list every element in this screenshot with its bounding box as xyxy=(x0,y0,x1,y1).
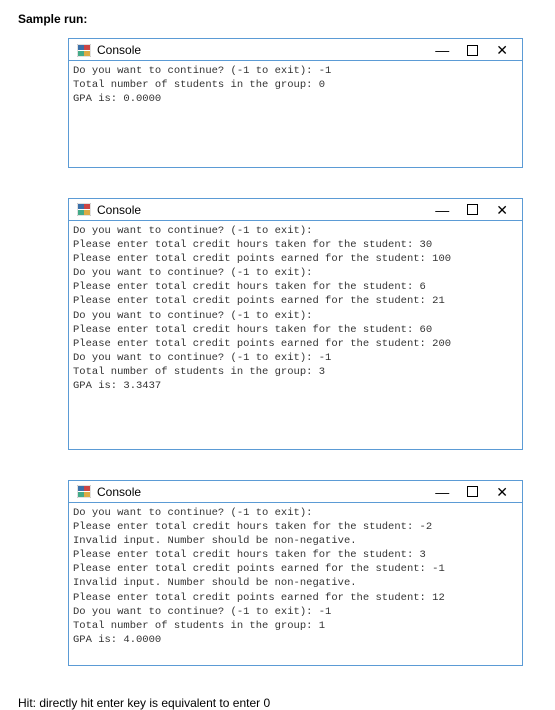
window-title: Console xyxy=(97,203,435,217)
close-button[interactable]: ✕ xyxy=(496,43,508,57)
console-output: Do you want to continue? (-1 to exit): P… xyxy=(69,503,522,666)
close-button[interactable]: ✕ xyxy=(496,485,508,499)
maximize-button[interactable] xyxy=(467,45,478,56)
sample-run-heading: Sample run: xyxy=(18,12,537,26)
console-output: Do you want to continue? (-1 to exit): -… xyxy=(69,61,522,167)
titlebar: Console — ✕ xyxy=(69,39,522,61)
minimize-button[interactable]: — xyxy=(435,43,449,57)
hint-text: Hit: directly hit enter key is equivalen… xyxy=(18,696,537,710)
console-window: Console — ✕ Do you want to continue? (-1… xyxy=(68,198,523,450)
maximize-button[interactable] xyxy=(467,204,478,215)
window-title: Console xyxy=(97,485,435,499)
window-title: Console xyxy=(97,43,435,57)
console-icon xyxy=(77,203,91,216)
console-icon xyxy=(77,485,91,498)
titlebar: Console — ✕ xyxy=(69,199,522,221)
minimize-button[interactable]: — xyxy=(435,485,449,499)
minimize-button[interactable]: — xyxy=(435,203,449,217)
console-output: Do you want to continue? (-1 to exit): P… xyxy=(69,221,522,449)
maximize-button[interactable] xyxy=(467,486,478,497)
close-button[interactable]: ✕ xyxy=(496,203,508,217)
console-window: Console — ✕ Do you want to continue? (-1… xyxy=(68,38,523,168)
titlebar: Console — ✕ xyxy=(69,481,522,503)
console-window: Console — ✕ Do you want to continue? (-1… xyxy=(68,480,523,667)
console-icon xyxy=(77,44,91,57)
